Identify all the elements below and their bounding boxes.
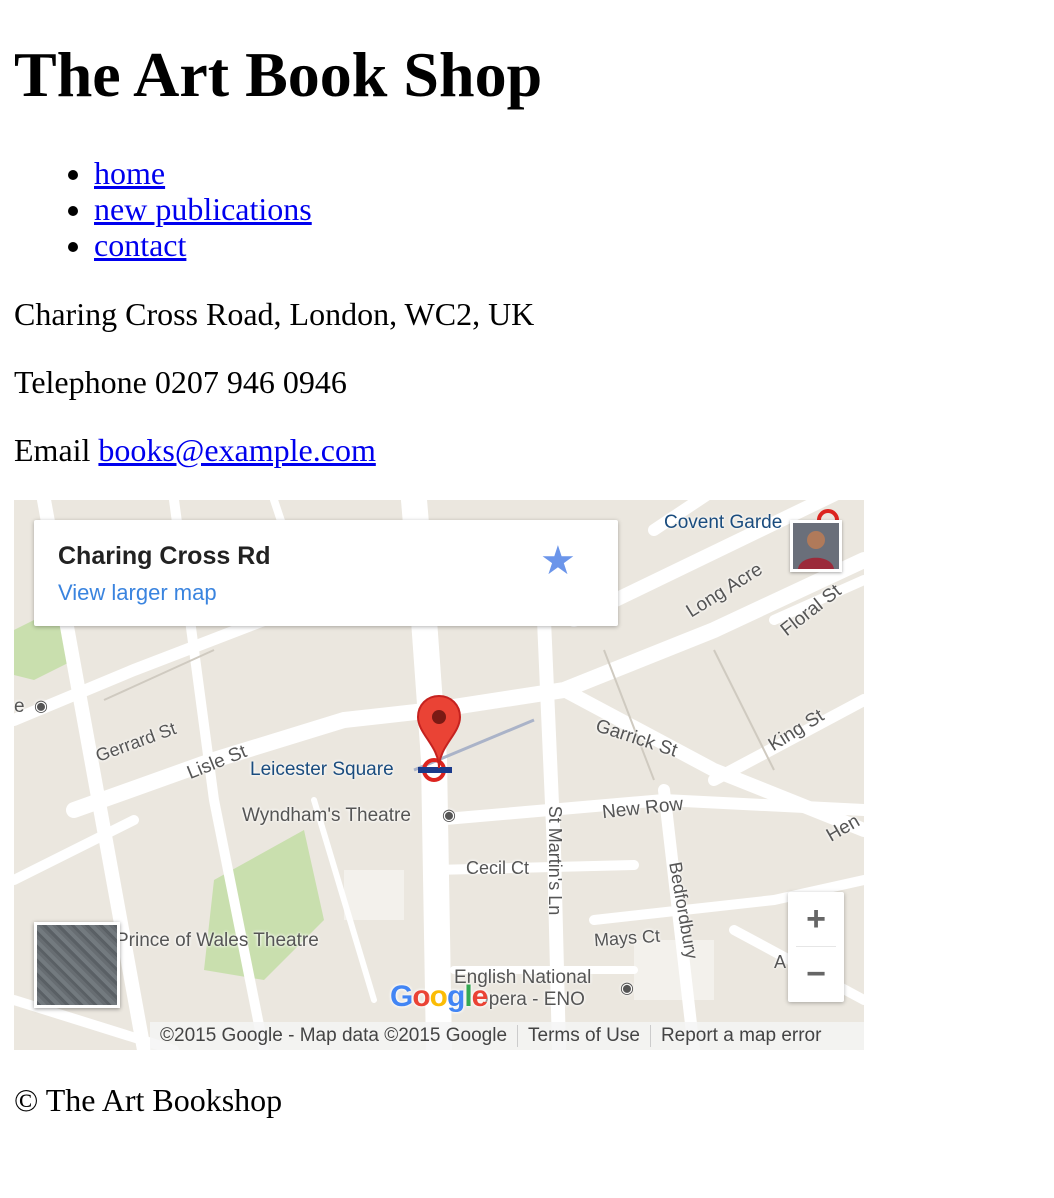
nav-item-new-publications: new publications [94,191,312,227]
footer-copyright: © The Art Bookshop [14,1082,283,1118]
nav-item-contact: contact [94,227,312,263]
label-leicester-square: Leicester Square [250,759,394,780]
logo-letter: g [447,980,465,1013]
logo-letter: l [464,980,472,1013]
zoom-out-button[interactable]: − [788,947,844,1001]
theatre-icon: ◉ [442,807,456,824]
theatre-icon: ◉ [620,980,634,997]
nav-item-home: home [94,155,312,191]
place-name: Charing Cross Rd [58,542,271,570]
nav-link-contact[interactable]: contact [94,227,186,263]
email-line: Email books@example.com [14,432,376,468]
map-copyright: ©2015 Google - Map data ©2015 Google [160,1025,508,1046]
logo-letter: o [429,980,448,1013]
label-left-e: e [14,696,25,717]
label-covent-garden: Covent Garde [664,512,783,533]
save-star-icon[interactable]: ★ [540,538,576,584]
main-nav: home new publications contact [54,155,312,263]
label-cecil-ct: Cecil Ct [466,858,530,878]
view-larger-map-link[interactable]: View larger map [58,580,217,606]
zoom-control: + − [788,892,844,1002]
logo-letter: e [471,980,489,1013]
map-marker-icon[interactable] [416,694,462,770]
zoom-in-button[interactable]: + [788,892,844,946]
telephone: Telephone 0207 946 0946 [14,364,347,400]
satellite-view-toggle[interactable] [34,922,120,1008]
terms-of-use-link[interactable]: Terms of Use [517,1025,650,1047]
google-logo: Google [390,980,489,1014]
place-info-card: Charing Cross Rd View larger map ★ [34,520,618,626]
logo-letter: G [390,980,413,1013]
label-wyndhams-theatre: Wyndham's Theatre [242,805,411,826]
nav-link-home[interactable]: home [94,155,165,191]
embedded-map[interactable]: Gerrard St Lisle St Leicester Square Wyn… [14,500,864,1050]
label-st-martins-ln: St Martin's Ln [545,805,566,916]
email-label: Email [14,432,99,468]
avatar-image [793,523,839,569]
avatar[interactable] [790,520,842,572]
email-link[interactable]: books@example.com [98,432,375,468]
address: Charing Cross Road, London, WC2, UK [14,296,535,332]
map-attribution-bar: ©2015 Google - Map data ©2015 Google Ter… [150,1022,864,1050]
nav-link-new-publications[interactable]: new publications [94,191,312,227]
theatre-icon: ◉ [34,698,48,715]
site-title: The Art Book Shop [14,39,543,110]
label-prince-of-wales-theatre: Prince of Wales Theatre [116,930,319,951]
logo-letter: o [412,980,430,1013]
label-eno-line2: Opera - ENO [474,989,585,1010]
report-map-error-link[interactable]: Report a map error [649,1025,832,1047]
